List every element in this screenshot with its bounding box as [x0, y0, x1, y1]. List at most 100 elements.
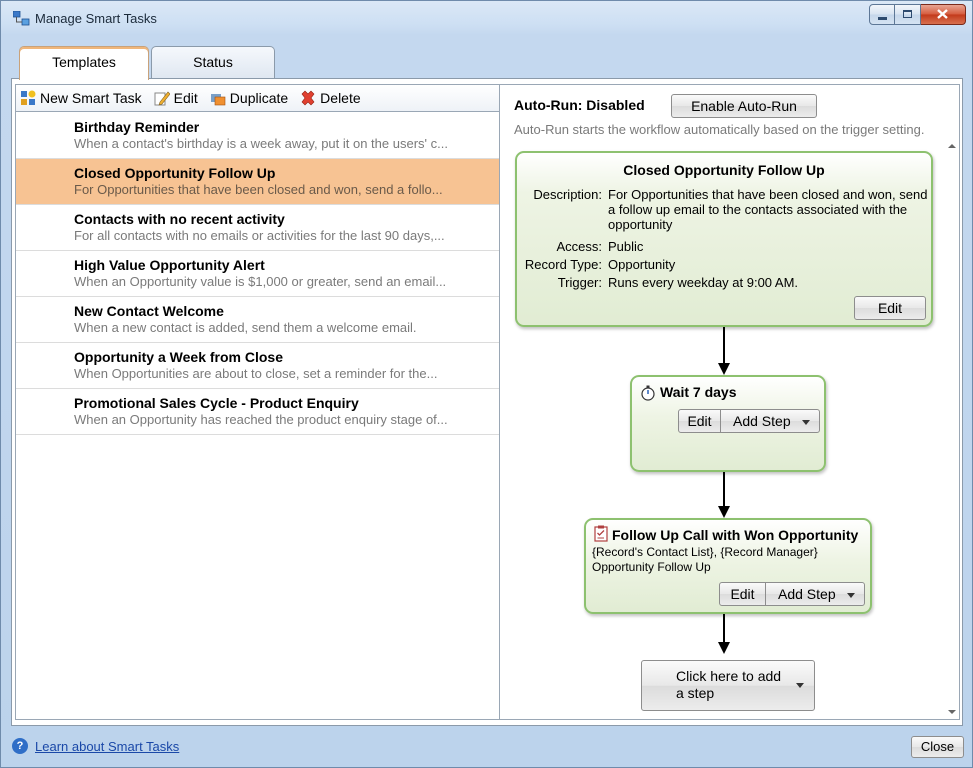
scroll-up-arrow-icon[interactable] — [948, 144, 956, 148]
template-item-birthday-reminder[interactable]: Birthday Reminder When a contact's birth… — [16, 113, 504, 159]
template-item-high-value-opportunity-alert[interactable]: High Value Opportunity Alert When an Opp… — [16, 251, 504, 297]
close-button-label: Close — [920, 739, 955, 754]
edit-trigger-button[interactable]: Edit — [854, 296, 926, 320]
edit-call-step-label: Edit — [730, 586, 755, 602]
minimize-icon — [878, 17, 887, 20]
add-step-after-wait-dropdown[interactable]: Add Step — [720, 409, 820, 433]
title-bar[interactable]: Manage Smart Tasks — [1, 1, 972, 37]
learn-about-smart-tasks-link[interactable]: Learn about Smart Tasks — [35, 739, 179, 754]
close-button[interactable]: Close — [911, 736, 964, 758]
list-item-description: For all contacts with no emails or activ… — [74, 228, 445, 243]
access-value: Public — [608, 239, 644, 254]
list-item-description: When an Opportunity has reached the prod… — [74, 412, 448, 427]
add-step-label: Add Step — [778, 586, 836, 602]
new-smart-task-button[interactable]: New Smart Task — [20, 90, 142, 106]
list-item-title: Birthday Reminder — [74, 119, 200, 135]
edit-label: Edit — [173, 90, 198, 106]
workflow-node-title: Closed Opportunity Follow Up — [623, 162, 825, 178]
flow-connector — [723, 472, 725, 508]
maximize-button[interactable] — [895, 4, 921, 25]
list-item-title: Opportunity a Week from Close — [74, 349, 283, 365]
close-window-button[interactable] — [921, 4, 966, 25]
list-item-description: When a new contact is added, send them a… — [74, 320, 417, 335]
list-item-title: Closed Opportunity Follow Up — [74, 165, 276, 181]
template-item-new-contact-welcome[interactable]: New Contact Welcome When a new contact i… — [16, 297, 504, 343]
help-link-row: ? Learn about Smart Tasks — [12, 738, 179, 754]
call-step-title: Follow Up Call with Won Opportunity — [612, 527, 859, 543]
list-item-description: For Opportunities that have been closed … — [74, 182, 443, 197]
autorun-status: Auto-Run: Disabled — [514, 97, 645, 113]
add-step-label: Add Step — [733, 413, 791, 429]
add-step-placeholder-button[interactable]: Click here to add a step — [641, 660, 815, 711]
record-type-value: Opportunity — [608, 257, 676, 272]
add-step-placeholder-line1: Click here to add — [676, 668, 782, 684]
template-item-contacts-no-recent-activity[interactable]: Contacts with no recent activity For all… — [16, 205, 504, 251]
tab-status-label: Status — [193, 54, 233, 70]
smart-tasks-app-icon — [13, 11, 30, 26]
flow-connector — [723, 327, 725, 365]
trigger-value: Runs every weekday at 9:00 AM. — [608, 275, 799, 290]
list-item-description: When Opportunities are about to close, s… — [74, 366, 438, 381]
call-step-subject: Opportunity Follow Up — [592, 560, 711, 574]
workflow-scrollbar[interactable] — [945, 140, 959, 719]
duplicate-label: Duplicate — [229, 90, 289, 106]
window-title: Manage Smart Tasks — [35, 11, 157, 26]
chevron-down-icon — [847, 593, 855, 598]
edit-wait-step-button[interactable]: Edit — [678, 409, 721, 433]
trigger-key: Trigger: — [557, 275, 602, 290]
list-item-description: When an Opportunity value is $1,000 or g… — [74, 274, 447, 289]
description-row: Description: For Opportunities that have… — [517, 187, 933, 247]
access-row: Access: Public — [517, 239, 933, 255]
autorun-description: Auto-Run starts the workflow automatical… — [514, 122, 925, 137]
templates-pane: New Smart Task Edit Duplicate Delete Bir… — [15, 84, 505, 720]
template-item-opportunity-week-from-close[interactable]: Opportunity a Week from Close When Oppor… — [16, 343, 504, 389]
add-step-placeholder-line2: a step — [676, 685, 715, 701]
template-item-promotional-sales-cycle[interactable]: Promotional Sales Cycle - Product Enquir… — [16, 389, 504, 435]
flow-connector — [723, 614, 725, 644]
tab-content-panel: New Smart Task Edit Duplicate Delete Bir… — [11, 78, 963, 726]
delete-label: Delete — [320, 90, 361, 106]
chevron-down-icon — [796, 683, 804, 688]
description-key: Description: — [533, 187, 602, 202]
record-type-row: Record Type: Opportunity — [517, 257, 933, 273]
list-item-title: Contacts with no recent activity — [74, 211, 285, 227]
workflow-trigger-node: Closed Opportunity Follow Up Description… — [515, 151, 933, 327]
duplicate-template-button[interactable]: Duplicate — [210, 90, 288, 106]
enable-autorun-button[interactable]: Enable Auto-Run — [671, 94, 817, 118]
tab-templates-label: Templates — [52, 54, 116, 70]
delete-template-button[interactable]: Delete — [300, 90, 361, 106]
new-smart-task-icon — [21, 90, 36, 105]
templates-list: Birthday Reminder When a contact's birth… — [16, 113, 504, 435]
chevron-down-icon — [802, 420, 810, 425]
tab-templates[interactable]: Templates — [19, 46, 149, 80]
task-checklist-icon — [594, 525, 608, 542]
close-icon — [937, 9, 948, 19]
flow-arrowhead-icon — [718, 642, 730, 654]
description-value: For Opportunities that have been closed … — [608, 187, 928, 232]
list-item-title: New Contact Welcome — [74, 303, 224, 319]
wait-step-title: Wait 7 days — [660, 384, 737, 400]
template-item-closed-opportunity-follow-up[interactable]: Closed Opportunity Follow Up For Opportu… — [16, 159, 504, 205]
pencil-edit-icon — [154, 91, 170, 106]
manage-smart-tasks-window: Manage Smart Tasks Templates Status New … — [0, 0, 973, 768]
maximize-icon — [903, 10, 912, 18]
list-item-title: High Value Opportunity Alert — [74, 257, 265, 273]
flow-arrowhead-icon — [718, 506, 730, 518]
scroll-down-arrow-icon[interactable] — [948, 710, 956, 714]
minimize-button[interactable] — [869, 4, 895, 25]
delete-x-icon — [301, 90, 315, 106]
stopwatch-icon — [641, 385, 655, 401]
tab-status[interactable]: Status — [151, 46, 275, 79]
enable-autorun-label: Enable Auto-Run — [691, 98, 797, 114]
flow-arrowhead-icon — [718, 363, 730, 375]
edit-template-button[interactable]: Edit — [154, 90, 198, 106]
list-item-description: When a contact's birthday is a week away… — [74, 136, 448, 151]
record-type-key: Record Type: — [524, 257, 602, 272]
add-step-after-call-dropdown[interactable]: Add Step — [765, 582, 865, 606]
duplicate-icon — [210, 94, 226, 106]
edit-call-step-button[interactable]: Edit — [719, 582, 766, 606]
help-question-icon: ? — [12, 738, 28, 754]
templates-toolbar: New Smart Task Edit Duplicate Delete — [16, 85, 504, 112]
edit-wait-step-label: Edit — [687, 413, 712, 429]
call-step-recipients: {Record's Contact List}, {Record Manager… — [592, 545, 818, 559]
